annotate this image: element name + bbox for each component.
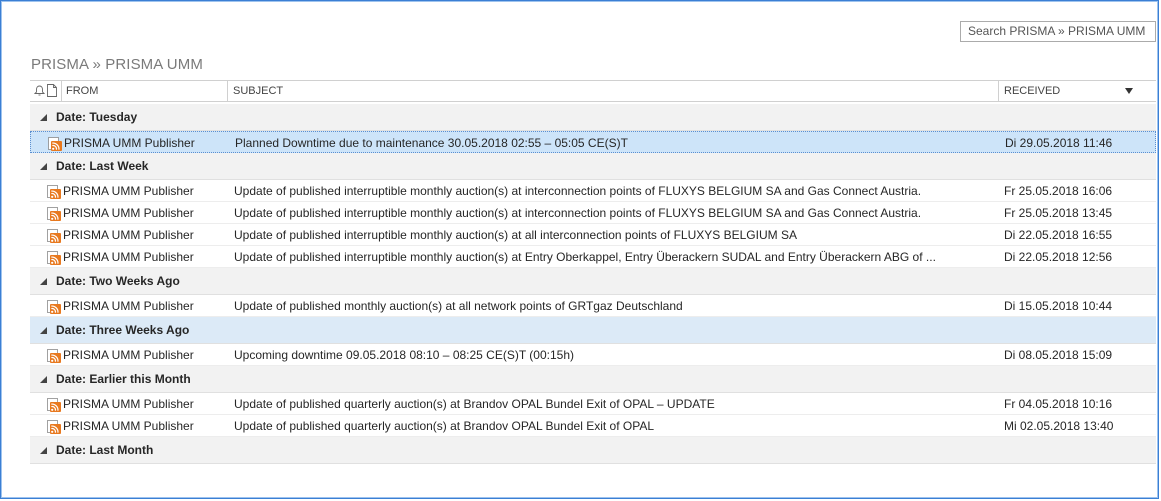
group-header[interactable]: Date: Last Month [30,437,1156,464]
collapse-triangle-icon[interactable] [40,327,47,334]
message-subject: Update of published interruptible monthl… [234,250,936,264]
column-from[interactable]: FROM [66,81,98,101]
message-received: Fr 04.05.2018 10:16 [1004,397,1113,411]
message-from: PRISMA UMM Publisher [63,184,194,198]
message-from: PRISMA UMM Publisher [63,228,194,242]
message-received: Di 08.05.2018 15:09 [1004,348,1113,362]
group-label: Date: Earlier this Month [56,372,191,386]
group-label: Date: Last Week [56,159,149,173]
rss-feed-icon [47,184,61,199]
rss-feed-icon [47,228,61,243]
column-separator[interactable] [227,81,228,101]
group-header[interactable]: Date: Last Week [30,153,1156,180]
group-label: Date: Three Weeks Ago [56,323,190,337]
message-subject: Upcoming downtime 09.05.2018 08:10 – 08:… [234,348,574,362]
message-row[interactable]: PRISMA UMM Publisher Update of published … [30,246,1156,268]
group-label: Date: Two Weeks Ago [56,274,180,288]
message-subject: Update of published quarterly auction(s)… [234,419,655,433]
message-received: Di 22.05.2018 16:55 [1004,228,1113,242]
message-received: Mi 02.05.2018 13:40 [1004,419,1114,433]
rss-feed-icon [47,348,61,363]
message-from: PRISMA UMM Publisher [63,419,194,433]
message-from: PRISMA UMM Publisher [64,136,195,150]
message-received: Fr 25.05.2018 13:45 [1004,206,1113,220]
message-received: Fr 25.05.2018 16:06 [1004,184,1113,198]
message-subject: Update of published interruptible monthl… [234,184,922,198]
sort-descending-icon[interactable] [1125,88,1133,94]
collapse-triangle-icon[interactable] [40,163,47,170]
folder-title: PRISMA » PRISMA UMM [31,56,203,73]
message-row[interactable]: PRISMA UMM Publisher Update of published … [30,224,1156,246]
column-received[interactable]: RECEIVED [1004,81,1060,101]
rss-feed-icon [47,250,61,265]
message-row[interactable]: PRISMA UMM Publisher Update of published … [30,415,1156,437]
importance-bell-icon[interactable] [34,85,45,96]
message-row[interactable]: PRISMA UMM Publisher Upcoming downtime 09… [30,344,1156,366]
rss-feed-icon [47,206,61,221]
column-subject[interactable]: SUBJECT [233,81,283,101]
message-row[interactable]: PRISMA UMM Publisher Update of published … [30,180,1156,202]
message-row[interactable]: PRISMA UMM Publisher Update of published … [30,202,1156,224]
message-received: Di 29.05.2018 11:46 [1005,136,1113,150]
message-from: PRISMA UMM Publisher [63,299,194,313]
collapse-triangle-icon[interactable] [40,114,47,121]
message-list: Date: Tuesday PRISMA UMM Publisher Planned… [30,104,1156,464]
collapse-triangle-icon[interactable] [40,376,47,383]
item-type-doc-icon[interactable] [47,84,57,97]
message-subject: Update of published interruptible monthl… [234,228,797,242]
group-label: Date: Tuesday [56,110,138,124]
collapse-triangle-icon[interactable] [40,278,47,285]
group-header[interactable]: Date: Earlier this Month [30,366,1156,393]
group-label: Date: Last Month [56,443,154,457]
message-row[interactable]: PRISMA UMM Publisher Update of published … [30,295,1156,317]
group-header[interactable]: Date: Two Weeks Ago [30,268,1156,295]
message-row[interactable]: PRISMA UMM Publisher Update of published … [30,393,1156,415]
column-separator[interactable] [998,81,999,101]
rss-feed-icon [47,419,61,434]
message-from: PRISMA UMM Publisher [63,397,194,411]
search-input[interactable]: Search PRISMA » PRISMA UMM [960,21,1156,42]
message-subject: Update of published interruptible monthl… [234,206,922,220]
column-header-bar: FROM SUBJECT RECEIVED [30,80,1156,102]
message-from: PRISMA UMM Publisher [63,250,194,264]
message-subject: Update of published quarterly auction(s)… [234,397,715,411]
message-subject: Update of published monthly auction(s) a… [234,299,683,313]
message-from: PRISMA UMM Publisher [63,348,194,362]
rss-feed-icon [47,397,61,412]
group-header[interactable]: Date: Three Weeks Ago [30,317,1156,344]
rss-feed-icon [47,299,61,314]
group-header[interactable]: Date: Tuesday [30,104,1156,131]
collapse-triangle-icon[interactable] [40,447,47,454]
message-subject: Planned Downtime due to maintenance 30.0… [235,136,628,150]
message-row[interactable]: PRISMA UMM Publisher Planned Downtime due… [30,131,1156,153]
column-separator[interactable] [61,81,62,101]
rss-feed-icon [48,136,62,151]
message-received: Di 22.05.2018 12:56 [1004,250,1113,264]
message-from: PRISMA UMM Publisher [63,206,194,220]
message-received: Di 15.05.2018 10:44 [1004,299,1113,313]
